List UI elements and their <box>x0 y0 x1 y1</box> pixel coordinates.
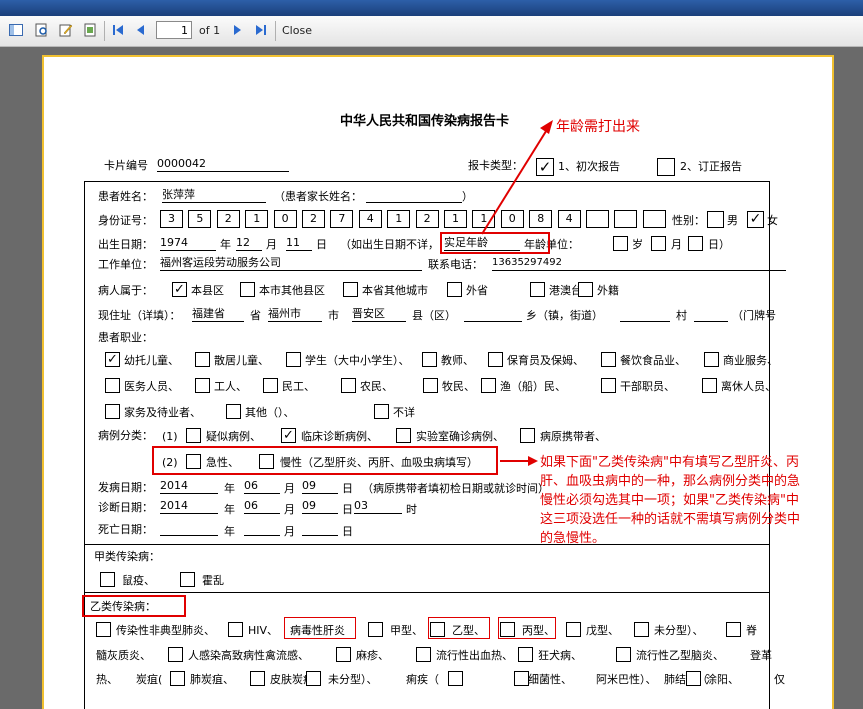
case-annotation-line: 肝、血吸虫病中的一种，那么病例分类中的急 <box>540 474 801 489</box>
case-annotation-line: 如果下面"乙类传染病"中有填写乙型肝炎、丙 <box>540 455 799 470</box>
case-annotation-line: 慢性必须勾选其中一项；如果"乙类传染病"中 <box>540 493 799 508</box>
age-annotation: 年龄需打出来 <box>556 119 640 135</box>
case-annotation-line: 这三项没选任一种的话就不需填写病例分类中 <box>540 512 801 527</box>
case-annotation-line: 的急慢性。 <box>540 531 606 546</box>
case-annotation: 如果下面"乙类传染病"中有填写乙型肝炎、丙 肝、血吸虫病中的一种，那么病例分类中… <box>540 453 800 548</box>
annotation-arrows <box>481 120 553 466</box>
